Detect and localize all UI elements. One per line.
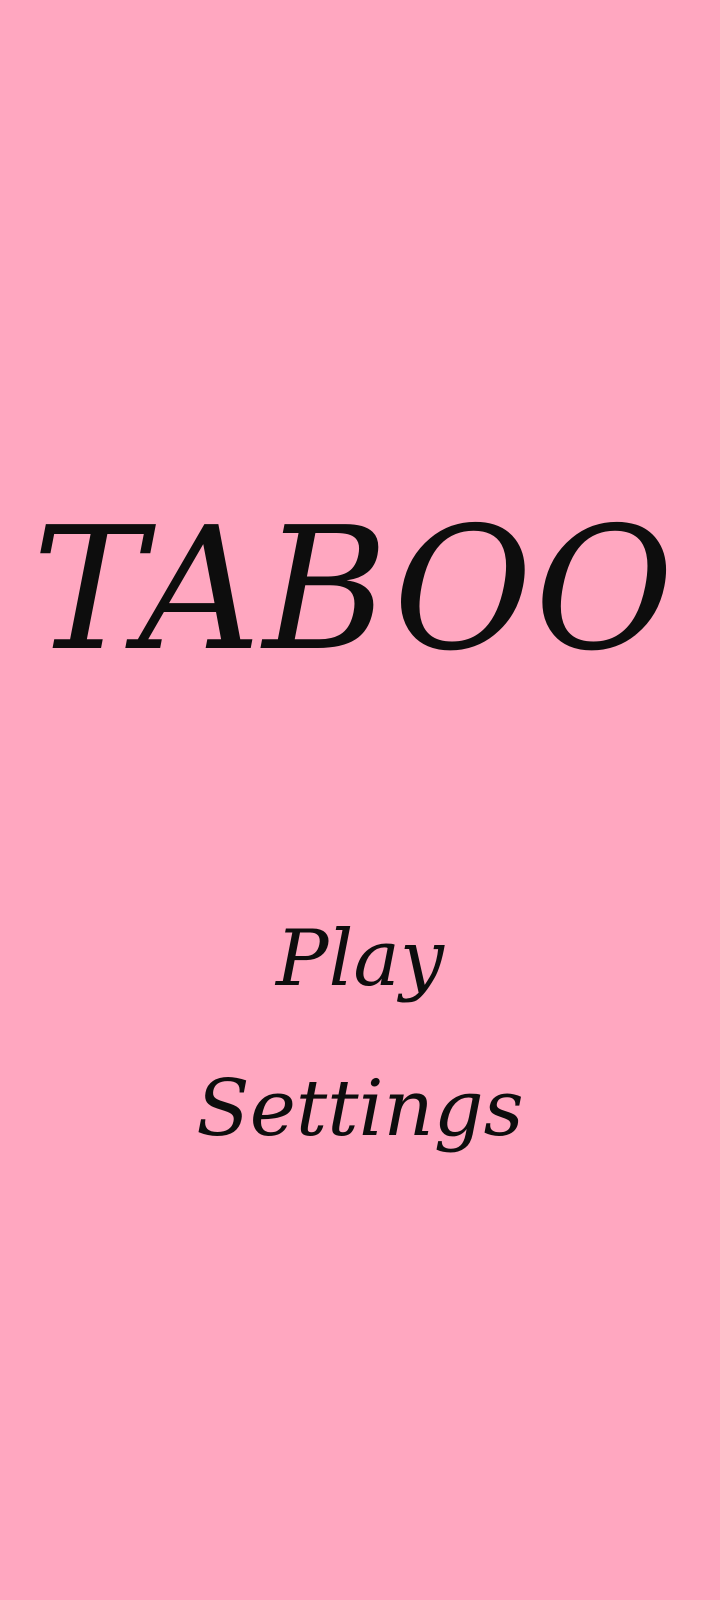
main-menu: Play Settings xyxy=(0,920,720,1148)
main-menu-screen: TABOO Play Settings xyxy=(0,0,720,1600)
settings-button[interactable]: Settings xyxy=(178,1070,541,1148)
play-button[interactable]: Play xyxy=(258,920,462,998)
app-title: TABOO xyxy=(32,491,676,689)
